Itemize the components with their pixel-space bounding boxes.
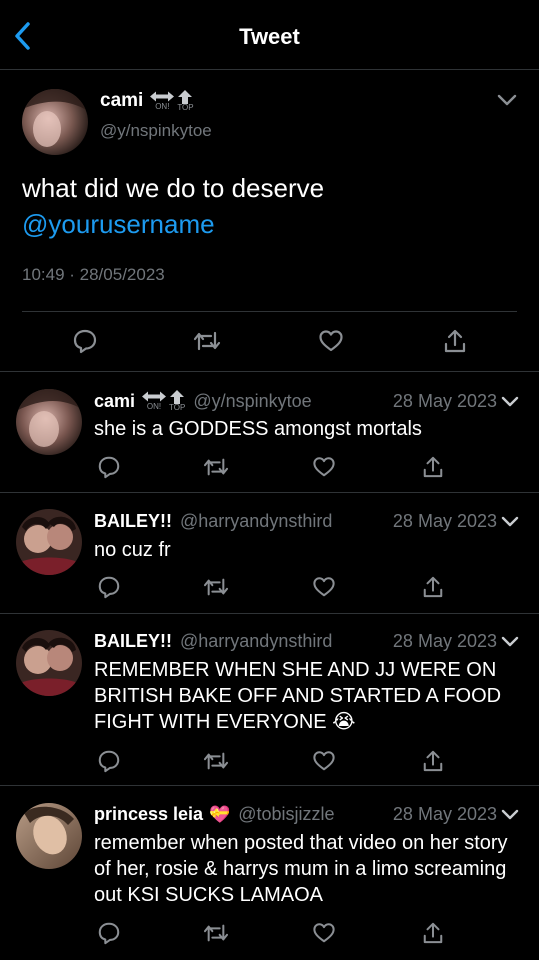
share-icon (423, 576, 443, 598)
author-row: cami ON! TOP (100, 90, 194, 112)
reply-action-bar (94, 918, 519, 948)
reply-date: 28 May 2023 (392, 804, 497, 824)
share-icon (444, 329, 466, 353)
share-icon (423, 456, 443, 478)
reply-header: BAILEY!! @harryandynsthird 28 May 2023 (94, 631, 519, 652)
retweet-button[interactable] (201, 918, 231, 948)
chevron-down-icon[interactable] (501, 516, 519, 527)
divider (22, 311, 517, 312)
reply-date: 28 May 2023 (392, 511, 497, 531)
badge-on: ON! (141, 390, 167, 411)
share-button[interactable] (418, 918, 448, 948)
avatar[interactable] (16, 389, 82, 455)
heart-ribbon-icon: 💝 (209, 804, 231, 824)
reply-action-bar (94, 572, 519, 602)
reply-icon (98, 750, 120, 773)
page-title: Tweet (239, 24, 300, 49)
reply-button[interactable] (70, 326, 100, 356)
reply-icon (73, 329, 97, 354)
up-arrow-badge-icon (178, 90, 193, 104)
reply-text: she is a GODDESS amongst mortals (94, 418, 422, 440)
author-handle[interactable]: @harryandynsthird (180, 511, 332, 532)
tweet-text: what did we do to deserve @yourusername (22, 170, 512, 242)
like-button[interactable] (309, 746, 339, 776)
chevron-down-icon[interactable] (501, 396, 519, 407)
reply-button[interactable] (94, 452, 124, 482)
like-icon (313, 751, 335, 771)
retweet-button[interactable] (192, 326, 222, 356)
reply-icon (98, 576, 120, 599)
tweet-timestamp: 10:49 · 28/05/2023 (22, 265, 165, 284)
reply-action-bar (94, 746, 519, 776)
avatar[interactable] (22, 89, 88, 155)
like-button[interactable] (316, 326, 346, 356)
retweet-icon (203, 458, 229, 476)
like-button[interactable] (309, 572, 339, 602)
author-handle[interactable]: @y/nspinkytoe (193, 391, 311, 412)
retweet-button[interactable] (201, 746, 231, 776)
like-icon (313, 923, 335, 943)
reply-header: BAILEY!! @harryandynsthird 28 May 2023 (94, 511, 519, 532)
avatar[interactable] (16, 803, 82, 869)
avatar[interactable] (16, 509, 82, 575)
reply-button[interactable] (94, 572, 124, 602)
chevron-down-icon (497, 94, 517, 106)
share-icon (423, 922, 443, 944)
share-icon (423, 750, 443, 772)
share-button[interactable] (440, 326, 470, 356)
reply-text: REMEMBER WHEN SHE AND JJ WERE ON BRITISH… (94, 659, 502, 733)
like-button[interactable] (309, 452, 339, 482)
author-name[interactable]: cami (100, 90, 143, 112)
share-button[interactable] (418, 452, 448, 482)
reply-icon (98, 922, 120, 945)
like-button[interactable] (309, 918, 339, 948)
reply-icon (98, 456, 120, 479)
author-name[interactable]: princess leia (94, 804, 203, 825)
retweet-button[interactable] (201, 452, 231, 482)
retweet-icon (203, 924, 229, 942)
retweet-icon (193, 331, 221, 351)
author-handle[interactable]: @tobisjizzle (238, 804, 334, 825)
reply-text: remember when posted that video on her s… (94, 832, 508, 906)
author-handle[interactable]: @harryandynsthird (180, 631, 332, 652)
like-icon (313, 577, 335, 597)
reply-button[interactable] (94, 746, 124, 776)
like-icon (313, 457, 335, 477)
nav-header: Tweet (0, 0, 539, 70)
share-button[interactable] (418, 572, 448, 602)
avatar[interactable] (16, 630, 82, 696)
chevron-down-icon[interactable] (501, 636, 519, 647)
badge-on: ON! (149, 90, 175, 111)
reply-text: no cuz fr (94, 539, 171, 561)
reply-date: 28 May 2023 (392, 631, 497, 651)
up-arrow-badge-icon (170, 390, 185, 404)
retweet-button[interactable] (201, 572, 231, 602)
share-button[interactable] (418, 746, 448, 776)
reply-date: 28 May 2023 (392, 390, 497, 411)
chevron-down-icon[interactable] (501, 809, 519, 820)
author-name[interactable]: BAILEY!! (94, 511, 172, 532)
reply-button[interactable] (94, 918, 124, 948)
reply-action-bar (94, 452, 519, 482)
reply-header: princess leia 💝 @tobisjizzle 28 May 2023 (94, 804, 519, 825)
retweet-icon (203, 752, 229, 770)
retweet-icon (203, 578, 229, 596)
mention-link[interactable]: @yourusername (22, 206, 512, 242)
author-name[interactable]: BAILEY!! (94, 631, 172, 652)
tweet-options-button[interactable] (496, 92, 518, 108)
author-name[interactable]: cami (94, 391, 135, 412)
author-handle[interactable]: @y/nspinkytoe (100, 121, 212, 141)
reply-header: cami ON! TOP @y/nspinkytoe 28 May 2023 (94, 390, 519, 412)
like-icon (319, 330, 343, 352)
profile-badges: ON! TOP (141, 390, 185, 412)
profile-badges: ON! TOP (149, 90, 194, 112)
badge-top: TOP (169, 390, 185, 412)
badge-top: TOP (177, 90, 194, 112)
